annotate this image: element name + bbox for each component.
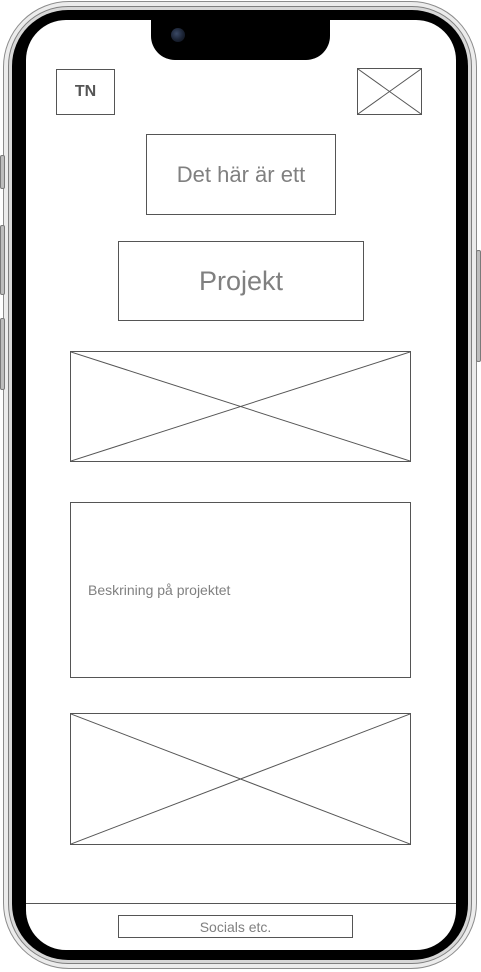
image-placeholder-icon xyxy=(71,714,410,844)
image-placeholder-icon xyxy=(358,69,421,114)
socials-link[interactable]: Socials etc. xyxy=(118,915,353,938)
front-camera-icon xyxy=(171,28,185,42)
logo[interactable]: TN xyxy=(56,69,115,115)
power-button xyxy=(476,250,481,362)
footer-divider xyxy=(26,903,456,904)
bottom-image-placeholder-icon xyxy=(70,713,411,845)
image-placeholder-icon xyxy=(71,352,410,461)
hero-image-placeholder-icon xyxy=(70,351,411,462)
project-description: Beskrining på projektet xyxy=(70,502,411,678)
headline-line-2: Projekt xyxy=(118,241,364,321)
volume-down-button xyxy=(0,318,5,390)
volume-up-button xyxy=(0,225,5,295)
silent-switch xyxy=(0,155,5,189)
headline-line-1: Det här är ett xyxy=(146,134,336,215)
header-image-placeholder-icon xyxy=(357,68,422,115)
